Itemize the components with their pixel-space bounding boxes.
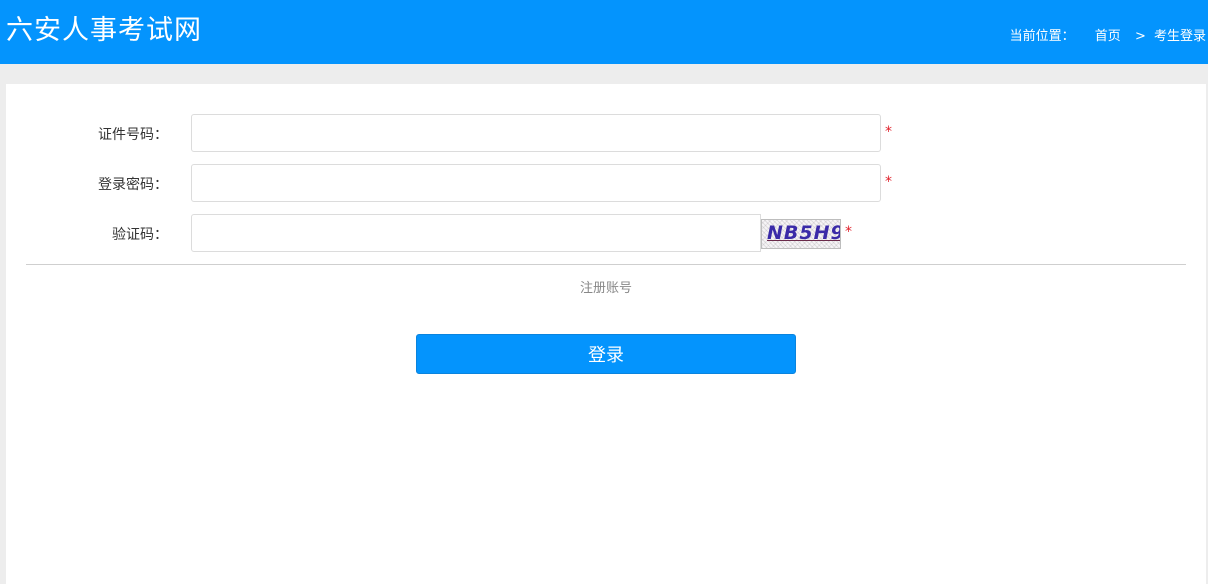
captcha-required-mark: * <box>845 224 852 240</box>
password-input[interactable] <box>191 164 881 202</box>
captcha-label: 验证码： <box>112 227 168 243</box>
site-header: 六安人事考试网 当前位置： 首页 > 考生登录 <box>0 0 1208 64</box>
captcha-input[interactable] <box>191 214 761 252</box>
breadcrumb-current: 考生登录 <box>1153 29 1206 44</box>
id-number-input[interactable] <box>191 114 881 152</box>
divider <box>26 264 1186 265</box>
login-button[interactable]: 登录 <box>416 334 796 374</box>
register-account-link[interactable]: 注册账号 <box>6 277 1206 296</box>
password-row: 登录密码： * <box>6 164 1206 202</box>
password-label: 登录密码： <box>98 177 168 193</box>
captcha-row: 验证码： NB5H9 * <box>6 214 1206 252</box>
id-number-required-mark: * <box>885 124 892 140</box>
site-title: 六安人事考试网 <box>6 15 202 46</box>
breadcrumb-separator: > <box>1134 29 1146 44</box>
breadcrumb-label: 当前位置： <box>1009 29 1075 44</box>
password-required-mark: * <box>885 174 892 190</box>
breadcrumb-home-link[interactable]: 首页 <box>1095 25 1121 44</box>
breadcrumb: 当前位置： 首页 > 考生登录 <box>1010 25 1206 44</box>
captcha-image[interactable]: NB5H9 <box>761 219 841 249</box>
id-number-label: 证件号码： <box>98 127 168 143</box>
login-panel: 证件号码： * 登录密码： * 验证码： NB5H9 * 注册账号 登录 <box>6 84 1206 584</box>
captcha-image-text: NB5H9 <box>767 222 841 244</box>
id-number-row: 证件号码： * <box>6 114 1206 152</box>
